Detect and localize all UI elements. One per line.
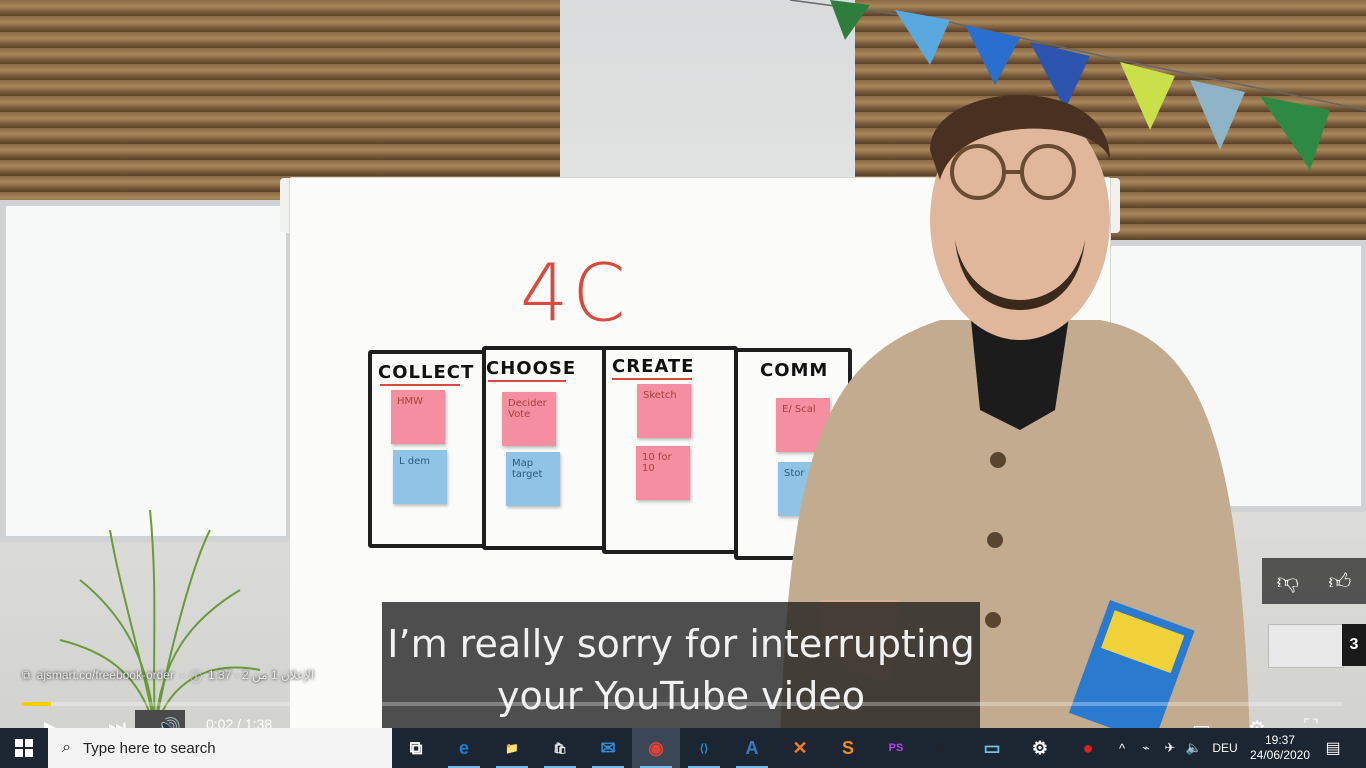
heading-underline xyxy=(488,380,566,382)
taskbar-app-word-app[interactable]: A xyxy=(728,728,776,768)
taskbar-app-settings[interactable]: ⚙ xyxy=(1016,728,1064,768)
xampp-icon: ✕ xyxy=(792,737,808,758)
mail-icon: ✉ xyxy=(600,737,616,758)
taskbar-app-edge[interactable]: e xyxy=(440,728,488,768)
clock-date: 24/06/2020 xyxy=(1249,748,1311,762)
endcard-count[interactable]: 3 xyxy=(1342,624,1366,666)
heading-underline xyxy=(380,384,460,386)
player-controls: ▶ ⏭ 🔊 0:02 / 1:38 ▭ ⚙ ⛶ xyxy=(0,712,1366,728)
search-icon: ⌕ xyxy=(62,739,71,756)
record-icon: ● xyxy=(1082,737,1094,758)
ad-link[interactable]: ajsmart.co/freebook-order xyxy=(37,668,174,685)
captions-icon[interactable]: ▭ xyxy=(1192,716,1211,728)
taskbar-app-phpstorm[interactable]: PS xyxy=(872,728,920,768)
chrome-icon: ◉ xyxy=(648,737,664,758)
ad-info: ⧉ ajsmart.co/freebook-order · ⓘ الإعلان … xyxy=(22,668,314,685)
taskbar-app-terminal[interactable]: >_ xyxy=(920,728,968,768)
external-link-icon: ⧉ xyxy=(22,668,31,682)
phpstorm-icon: PS xyxy=(888,742,904,754)
taskbar-app-recorder[interactable]: ● xyxy=(1064,728,1112,768)
airplane-icon[interactable]: ✈ xyxy=(1158,728,1182,768)
sticky-note: Sketch xyxy=(637,384,691,438)
taskbar-app-file-explorer[interactable]: 📁 xyxy=(488,728,536,768)
clock-time: 19:37 xyxy=(1264,733,1296,747)
vscode-icon: ⟨⟩ xyxy=(699,742,709,755)
separator: · xyxy=(179,668,184,682)
language-indicator[interactable]: DEU xyxy=(1208,728,1242,768)
windows-icon xyxy=(15,739,33,757)
thumbs-up-icon[interactable]: 👍︎ xyxy=(1328,568,1351,595)
document-icon: A xyxy=(745,737,759,758)
taskbar: ⌕ Type here to search ⧉ e 📁 🛍 ✉ ◉ ⟨⟩ A ✕ S PS >_ ▭ ⚙ ●… xyxy=(0,728,1366,768)
folder-icon: 📁 xyxy=(505,742,519,755)
endcard-thumbnail[interactable] xyxy=(1268,624,1344,668)
taskbar-app-task-view[interactable]: ⧉ xyxy=(392,728,440,768)
thumbs-down-icon[interactable]: 👎︎ xyxy=(1277,568,1299,595)
taskbar-app-vscode[interactable]: ⟨⟩ xyxy=(680,728,728,768)
sticky-note: Decider Vote xyxy=(502,392,556,446)
volume-icon[interactable]: 🔊 xyxy=(156,716,181,728)
ad-counter: الإعلان 1 من 2 · 1:37 xyxy=(207,668,315,682)
task-view-icon: ⧉ xyxy=(409,737,423,758)
show-hidden-icons[interactable]: ^ xyxy=(1112,728,1132,768)
board-title: 4C xyxy=(520,245,630,340)
taskbar-app-store[interactable]: 🛍 xyxy=(536,728,584,768)
taskbar-app-xampp[interactable]: ✕ xyxy=(776,728,824,768)
progress-bar[interactable] xyxy=(22,702,1342,706)
window-blinds-left xyxy=(0,0,560,200)
info-icon[interactable]: ⓘ xyxy=(190,668,202,685)
taskbar-app-sublime[interactable]: S xyxy=(824,728,872,768)
terminal-icon: >_ xyxy=(937,742,951,754)
next-icon[interactable]: ⏭ xyxy=(108,716,126,728)
time-display: 0:02 / 1:38 xyxy=(206,716,273,728)
notifications-icon[interactable]: ▤ xyxy=(1318,728,1348,768)
caption-line: I’m really sorry for interrupting xyxy=(387,622,975,666)
start-button[interactable] xyxy=(0,728,48,768)
play-icon[interactable]: ▶ xyxy=(44,716,59,728)
plant-decoration xyxy=(59,509,261,728)
sticky-note: HMW xyxy=(391,390,445,444)
column-heading: COLLECT xyxy=(378,362,475,383)
store-icon: 🛍 xyxy=(553,742,567,755)
taskbar-app-mail[interactable]: ✉ xyxy=(584,728,632,768)
gear-icon: ⚙ xyxy=(1031,737,1049,758)
settings-icon[interactable]: ⚙ xyxy=(1248,716,1266,728)
taskbar-app-notes[interactable]: ▭ xyxy=(968,728,1016,768)
column-heading: CREATE xyxy=(612,356,695,377)
speaker-icon[interactable]: 🔈 xyxy=(1182,728,1206,768)
heading-underline xyxy=(612,378,692,380)
sticky-note: Map target xyxy=(506,452,560,506)
sticky-note: 10 for 10 xyxy=(636,446,690,500)
edge-icon: e xyxy=(458,737,469,758)
search-placeholder: Type here to search xyxy=(82,739,216,757)
caption-box: I’m really sorry for interrupting your Y… xyxy=(382,602,980,728)
note-icon: ▭ xyxy=(983,737,1001,758)
fullscreen-icon[interactable]: ⛶ xyxy=(1304,716,1318,728)
taskbar-app-chrome[interactable]: ◉ xyxy=(632,728,680,768)
column-heading: CHOOSE xyxy=(486,358,577,379)
progress-fill xyxy=(22,702,52,706)
search-box[interactable]: ⌕ Type here to search xyxy=(48,728,392,768)
video-player[interactable]: 4C COLLECT CHOOSE CREATE COMM HMW L dem … xyxy=(0,0,1366,728)
rating-bar: 👎︎ 👍︎ xyxy=(1262,558,1366,604)
clock[interactable]: 19:37 24/06/2020 xyxy=(1244,728,1316,768)
sticky-note: L dem xyxy=(393,450,447,504)
network-icon[interactable]: ⌁ xyxy=(1134,728,1158,768)
sublime-icon: S xyxy=(841,737,854,758)
